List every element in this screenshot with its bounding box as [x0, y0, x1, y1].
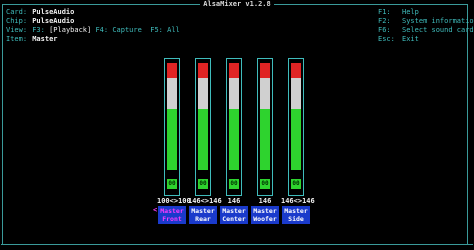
- meter-green: [198, 109, 208, 170]
- key-system-info-f2[interactable]: F2: System information: [378, 17, 474, 26]
- volume-slider-master-rear[interactable]: 00: [195, 58, 211, 196]
- view-row: View: F3: [Playback] F4: Capture F5: All: [6, 26, 180, 35]
- meter-green: [167, 109, 177, 170]
- bottom-border: [1, 244, 473, 245]
- volume-slider-master-center[interactable]: 00: [226, 58, 242, 196]
- control-name-line2: Rear: [195, 215, 211, 223]
- control-master-woofer[interactable]: Master Woofer: [251, 206, 279, 224]
- item-label: Item:: [6, 35, 28, 43]
- item-value: Master: [32, 35, 58, 43]
- key-select-card-f6[interactable]: F6: Select sound card: [378, 26, 474, 35]
- meter-green: [229, 109, 239, 170]
- selection-marker: <: [153, 206, 158, 214]
- chip-label: Chip:: [6, 17, 28, 25]
- card-value: PulseAudio: [32, 8, 75, 16]
- control-name-line1: Master: [222, 207, 246, 215]
- control-name-line1: Master: [253, 207, 277, 215]
- key-f2: F2:: [378, 17, 391, 25]
- control-master-rear[interactable]: Master Rear: [189, 206, 217, 224]
- control-name-line2: Woofer: [253, 215, 277, 223]
- window-title: AlsaMixer v1.2.8: [200, 0, 274, 9]
- chip-row: Chip: PulseAudio: [6, 17, 180, 26]
- control-name-line2: Center: [222, 215, 246, 223]
- volume-value-side: 146<>146: [281, 197, 315, 205]
- view-label: View:: [6, 26, 28, 34]
- info-panel: Card: PulseAudio Chip: PulseAudio View: …: [6, 8, 180, 44]
- channel-level: 00: [167, 179, 177, 189]
- volume-slider-master-front[interactable]: 00: [164, 58, 180, 196]
- control-name-line1: Master: [191, 207, 215, 215]
- meter-green: [260, 109, 270, 170]
- key-f6: F6:: [378, 26, 391, 34]
- meter-red: [260, 63, 270, 78]
- item-row: Item: Master: [6, 35, 180, 44]
- key-f1-desc: Help: [402, 8, 419, 16]
- meter-green: [291, 109, 301, 170]
- view-other-modes[interactable]: F4: Capture F5: All: [95, 26, 179, 34]
- volume-value-rear: 146<>146: [188, 197, 222, 205]
- key-esc: Esc:: [378, 35, 395, 43]
- view-playback[interactable]: [Playback]: [49, 26, 91, 34]
- volume-value-woofer: 146: [258, 197, 272, 205]
- control-master-center[interactable]: Master Center: [220, 206, 248, 224]
- channel-level: 00: [198, 179, 208, 189]
- meter-white: [291, 78, 301, 109]
- meter-red: [229, 63, 239, 78]
- control-name-line2: Side: [288, 215, 304, 223]
- control-master-front[interactable]: Master Front: [158, 206, 186, 224]
- channel-level: 00: [260, 179, 270, 189]
- view-f3[interactable]: F3:: [32, 26, 45, 34]
- channel-level: 00: [229, 179, 239, 189]
- volume-value-center: 146: [227, 197, 241, 205]
- control-name-line1: Master: [160, 207, 184, 215]
- key-help-f1[interactable]: F1: Help: [378, 8, 474, 17]
- volume-value-front: 100<>100: [157, 197, 191, 205]
- control-master-side[interactable]: Master Side: [282, 206, 310, 224]
- meter-red: [198, 63, 208, 78]
- key-help: F1: Help F2: System information F6: Select …: [378, 8, 474, 44]
- meter-white: [260, 78, 270, 109]
- volume-slider-master-woofer[interactable]: 00: [257, 58, 273, 196]
- meter-red: [167, 63, 177, 78]
- meter-white: [229, 78, 239, 109]
- meter-white: [198, 78, 208, 109]
- chip-value: PulseAudio: [32, 17, 75, 25]
- meter-white: [167, 78, 177, 109]
- key-f6-desc: Select sound card: [402, 26, 474, 34]
- key-f1: F1:: [378, 8, 391, 16]
- meter-red: [291, 63, 301, 78]
- key-f2-desc: System information: [402, 17, 474, 25]
- key-esc-desc: Exit: [402, 35, 419, 43]
- card-row: Card: PulseAudio: [6, 8, 180, 17]
- volume-slider-master-side[interactable]: 00: [288, 58, 304, 196]
- control-name-line1: Master: [284, 207, 308, 215]
- key-exit-esc[interactable]: Esc: Exit: [378, 35, 474, 44]
- card-label: Card:: [6, 8, 28, 16]
- control-name-line2: Front: [162, 215, 182, 223]
- channel-level: 00: [291, 179, 301, 189]
